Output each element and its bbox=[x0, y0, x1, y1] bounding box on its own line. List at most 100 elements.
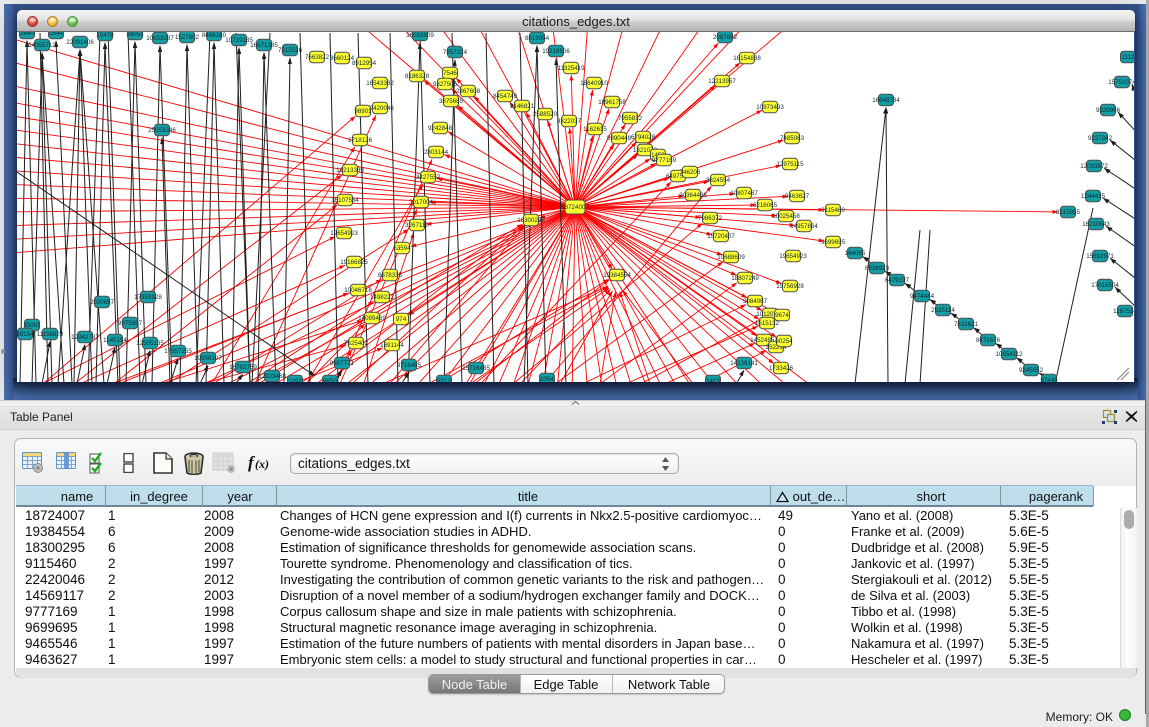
svg-text:17359928: 17359928 bbox=[134, 294, 162, 301]
svg-text:7986372: 7986372 bbox=[698, 215, 723, 222]
svg-text:1162615: 1162615 bbox=[583, 126, 607, 133]
svg-text:3267110: 3267110 bbox=[405, 222, 429, 229]
svg-text:10973493: 10973493 bbox=[756, 104, 784, 111]
svg-text:6216065: 6216065 bbox=[753, 202, 778, 209]
svg-text:7663822: 7663822 bbox=[305, 54, 330, 61]
svg-text:2020657: 2020657 bbox=[90, 299, 115, 306]
svg-text:18640910: 18640910 bbox=[580, 80, 608, 87]
svg-text:8215955: 8215955 bbox=[1056, 209, 1081, 216]
svg-text:14136141: 14136141 bbox=[730, 360, 758, 367]
svg-text:10025458: 10025458 bbox=[772, 213, 800, 220]
svg-text:14957864: 14957864 bbox=[790, 223, 818, 230]
svg-text:1498222: 1498222 bbox=[370, 294, 395, 301]
svg-text:3017004: 3017004 bbox=[409, 199, 434, 206]
svg-text:1691144: 1691144 bbox=[380, 342, 404, 349]
svg-text:19654923: 19654923 bbox=[779, 253, 807, 260]
svg-text:9650: 9650 bbox=[323, 378, 337, 382]
svg-text:2087682: 2087682 bbox=[713, 34, 738, 41]
svg-text:17957255: 17957255 bbox=[164, 348, 192, 355]
svg-text:12923468: 12923468 bbox=[258, 373, 286, 380]
svg-text:9674: 9674 bbox=[775, 312, 789, 319]
svg-text:1640: 1640 bbox=[20, 32, 34, 37]
svg-text:1413: 1413 bbox=[706, 378, 720, 382]
svg-text:19218506: 19218506 bbox=[542, 48, 570, 55]
svg-text:9146821: 9146821 bbox=[510, 103, 535, 110]
svg-text:20364436: 20364436 bbox=[679, 192, 707, 199]
svg-text:7515526: 7515526 bbox=[278, 47, 303, 54]
svg-text:3427552: 3427552 bbox=[416, 174, 441, 181]
svg-text:16154838: 16154838 bbox=[733, 55, 761, 62]
svg-text:3875685: 3875685 bbox=[439, 98, 464, 105]
svg-text:10046718: 10046718 bbox=[344, 287, 372, 294]
svg-text:1244415: 1244415 bbox=[1081, 193, 1106, 200]
svg-text:9712: 9712 bbox=[437, 378, 451, 382]
svg-text:12213389: 12213389 bbox=[336, 167, 364, 174]
svg-text:15716485: 15716485 bbox=[462, 365, 490, 372]
svg-text:8186328: 8186328 bbox=[405, 73, 430, 80]
svg-text:10479: 10479 bbox=[96, 32, 114, 39]
svg-text:9084067: 9084067 bbox=[743, 298, 768, 305]
svg-text:7546: 7546 bbox=[443, 70, 457, 77]
svg-text:9975857: 9975857 bbox=[118, 320, 143, 327]
svg-text:746206: 746206 bbox=[680, 169, 701, 176]
svg-text:1145194: 1145194 bbox=[103, 337, 127, 344]
svg-text:8813054: 8813054 bbox=[525, 35, 550, 42]
svg-text:974: 974 bbox=[396, 316, 407, 323]
svg-text:8938923: 8938923 bbox=[865, 265, 890, 272]
svg-text:8912954: 8912954 bbox=[352, 60, 377, 67]
svg-text:12942737: 12942737 bbox=[71, 334, 99, 341]
svg-text:7625402: 7625402 bbox=[344, 340, 369, 347]
svg-text:8878335: 8878335 bbox=[378, 272, 403, 279]
svg-text:10653287: 10653287 bbox=[146, 35, 174, 42]
svg-text:2803144: 2803144 bbox=[424, 149, 449, 156]
svg-text:19384554: 19384554 bbox=[603, 272, 631, 279]
svg-text:97448: 97448 bbox=[1040, 377, 1058, 382]
svg-text:9463627: 9463627 bbox=[785, 193, 810, 200]
svg-text:164095: 164095 bbox=[845, 250, 866, 257]
svg-text:9777169: 9777169 bbox=[652, 157, 677, 164]
svg-text:9242848: 9242848 bbox=[428, 125, 453, 132]
svg-text:8471676: 8471676 bbox=[976, 337, 1001, 344]
svg-text:9227342: 9227342 bbox=[1088, 135, 1113, 142]
svg-text:1112: 1112 bbox=[1122, 54, 1134, 61]
svg-text:17016504: 17016504 bbox=[1091, 282, 1119, 289]
svg-text:9474444: 9474444 bbox=[910, 293, 935, 300]
svg-text:11156829: 11156829 bbox=[37, 331, 64, 338]
svg-text:25053346: 25053346 bbox=[148, 127, 176, 134]
svg-text:22091406: 22091406 bbox=[66, 39, 94, 46]
svg-text:2718126: 2718126 bbox=[348, 137, 373, 144]
svg-text:8990448: 8990448 bbox=[607, 135, 632, 142]
svg-text:9657771: 9657771 bbox=[330, 360, 355, 367]
svg-text:19166825: 19166825 bbox=[340, 259, 368, 266]
svg-text:16210643: 16210643 bbox=[1082, 221, 1110, 228]
svg-text:2588520: 2588520 bbox=[533, 111, 558, 118]
svg-text:1167534: 1167534 bbox=[1113, 308, 1134, 315]
svg-text:19756928: 19756928 bbox=[776, 283, 804, 290]
svg-text:9245652: 9245652 bbox=[1019, 367, 1044, 374]
svg-text:2935114: 2935114 bbox=[931, 307, 955, 314]
svg-text:16053: 16053 bbox=[126, 32, 144, 38]
svg-text:8454749: 8454749 bbox=[493, 93, 518, 100]
svg-text:1733426: 1733426 bbox=[769, 365, 794, 372]
svg-text:18724007: 18724007 bbox=[561, 204, 589, 211]
svg-text:9327505: 9327505 bbox=[433, 81, 458, 88]
svg-text:1644: 1644 bbox=[49, 32, 63, 37]
svg-text:18300295: 18300295 bbox=[517, 217, 545, 224]
svg-text:14055712: 14055712 bbox=[28, 42, 56, 49]
svg-text:9716485: 9716485 bbox=[397, 362, 422, 369]
svg-text:53594: 53594 bbox=[393, 245, 411, 252]
svg-text:2867608: 2867608 bbox=[456, 88, 481, 95]
svg-text:98901: 98901 bbox=[354, 108, 372, 115]
svg-text:9699695: 9699695 bbox=[821, 239, 846, 246]
svg-text:9329966: 9329966 bbox=[1096, 107, 1121, 114]
svg-text:16961758: 16961758 bbox=[598, 99, 626, 106]
svg-text:12213957: 12213957 bbox=[708, 78, 736, 85]
svg-text:10807487: 10807487 bbox=[730, 190, 758, 197]
svg-text:8466160: 8466160 bbox=[202, 32, 227, 39]
svg-text:8660124: 8660124 bbox=[330, 55, 355, 62]
svg-text:16543382: 16543382 bbox=[366, 80, 394, 87]
svg-text:16107554: 16107554 bbox=[331, 197, 359, 204]
svg-text:14099469: 14099469 bbox=[358, 315, 386, 322]
svg-text:1292: 1292 bbox=[288, 378, 302, 382]
svg-text:1527602: 1527602 bbox=[175, 34, 200, 41]
